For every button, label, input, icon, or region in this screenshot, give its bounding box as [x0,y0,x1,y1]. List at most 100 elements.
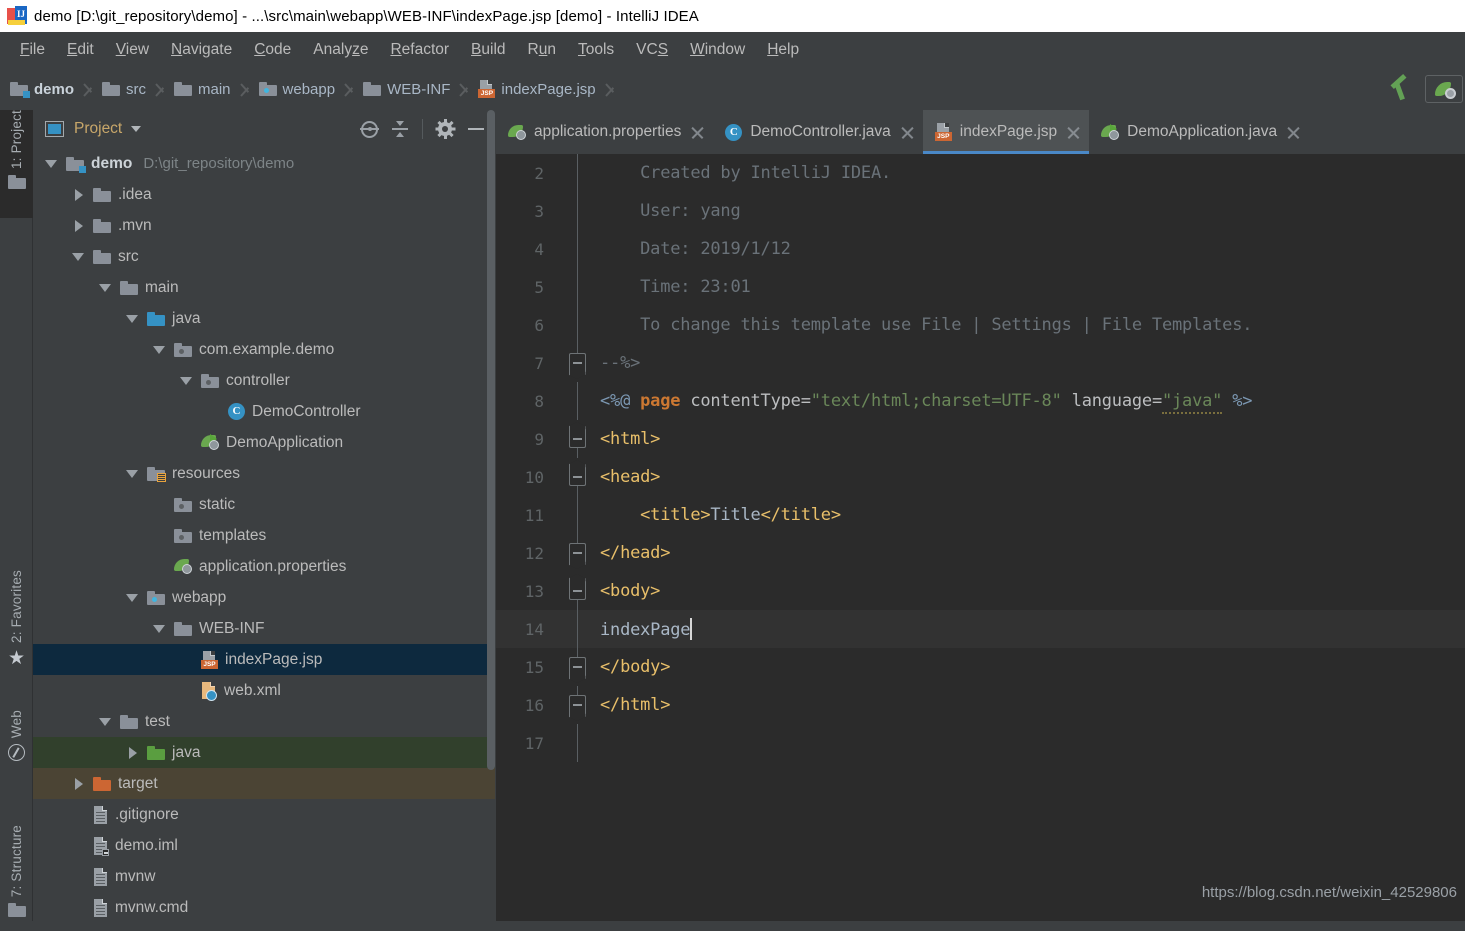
collapse-all-icon[interactable] [391,120,409,138]
chevron-down-icon[interactable] [126,312,140,326]
chevron-down-icon[interactable] [153,343,167,357]
code-line[interactable]: 8 <%@ page contentType="text/html;charset… [496,382,1465,420]
menu-item-analyze[interactable]: Analyze [302,38,379,62]
tree-node-test[interactable]: test [33,706,495,737]
breadcrumb-item-web-inf[interactable]: WEB-INF [363,68,450,110]
menu-item-refactor[interactable]: Refactor [379,38,460,62]
code-line[interactable]: 17 [496,724,1465,762]
code-line[interactable]: 2 Created by IntelliJ IDEA. [496,154,1465,192]
fold-gutter[interactable] [558,306,600,344]
tree-node-java[interactable]: java [33,303,495,334]
fold-gutter[interactable] [558,268,600,306]
menu-item-help[interactable]: Help [756,38,810,62]
code-line[interactable]: 13 <body> [496,572,1465,610]
code-line[interactable]: 11 <title>Title</title> [496,496,1465,534]
close-icon[interactable] [1287,126,1300,139]
tree-node-demo[interactable]: demo D:\git_repository\demo [33,148,495,179]
tree-node-resources[interactable]: resources [33,458,495,489]
editor-tab-demoapplication-java[interactable]: DemoApplication.java [1089,110,1309,154]
tree-node-templates[interactable]: templates [33,520,495,551]
code-line[interactable]: 10 <head> [496,458,1465,496]
close-icon[interactable] [1067,126,1080,139]
code-line[interactable]: 4 Date: 2019/1/12 [496,230,1465,268]
tree-node-java[interactable]: java [33,737,495,768]
fold-gutter[interactable] [558,230,600,268]
tree-node-mvnw-cmd[interactable]: mvnw.cmd [33,892,495,923]
breadcrumb-item-main[interactable]: main [174,68,231,110]
tree-node-static[interactable]: static [33,489,495,520]
chevron-down-icon[interactable] [99,715,113,729]
tree-node-web-xml[interactable]: web.xml [33,675,495,706]
breadcrumb-item-indexpage-jsp[interactable]: JSP indexPage.jsp [478,68,596,110]
chevron-down-icon[interactable] [72,250,86,264]
chevron-right-icon[interactable] [72,219,86,233]
tree-node--gitignore[interactable]: .gitignore [33,799,495,830]
tree-node-webapp[interactable]: webapp [33,582,495,613]
tree-node-target[interactable]: target [33,768,495,799]
fold-gutter[interactable] [558,572,600,610]
sidebar-item-structure[interactable]: 7: Structure [0,825,33,931]
tree-node-com-example-demo[interactable]: com.example.demo [33,334,495,365]
code-line[interactable]: 7 --%> [496,344,1465,382]
chevron-right-icon[interactable] [72,188,86,202]
project-tree[interactable]: demo D:\git_repository\demo .idea .mvn src ma… [33,148,495,931]
fold-gutter[interactable] [558,420,600,458]
code-line[interactable]: 14 indexPage [496,610,1465,648]
close-icon[interactable] [901,126,914,139]
tree-node--mvn[interactable]: .mvn [33,210,495,241]
fold-gutter[interactable] [558,686,600,724]
chevron-right-icon[interactable] [126,746,140,760]
fold-gutter[interactable] [558,344,600,382]
chevron-down-icon[interactable] [99,281,113,295]
editor-tab-democontroller-java[interactable]: C DemoController.java [713,110,922,154]
chevron-down-icon[interactable] [45,157,59,171]
tree-node-demo-iml[interactable]: demo.iml [33,830,495,861]
menu-item-edit[interactable]: Edit [56,38,105,62]
sidebar-item-project[interactable]: 1: Project [0,110,33,218]
sidebar-item-web[interactable]: Web [0,710,33,810]
chevron-right-icon[interactable] [72,777,86,791]
tree-node-democontroller[interactable]: C DemoController [33,396,495,427]
fold-gutter[interactable] [558,610,600,648]
code-line[interactable]: 16 </html> [496,686,1465,724]
code-line[interactable]: 9 <html> [496,420,1465,458]
gear-icon[interactable] [435,119,455,139]
breadcrumb-item-webapp[interactable]: webapp [258,68,335,110]
minimize-icon[interactable] [467,120,485,138]
tree-node-application-properties[interactable]: application.properties [33,551,495,582]
close-icon[interactable] [691,126,704,139]
code-editor[interactable]: 2 Created by IntelliJ IDEA. 3 User: yang 4… [496,154,1465,931]
fold-gutter[interactable] [558,534,600,572]
menu-item-vcs[interactable]: VCS [625,38,679,62]
locate-icon[interactable] [360,120,379,138]
chevron-down-icon[interactable] [126,467,140,481]
code-line[interactable]: 12 </head> [496,534,1465,572]
menu-item-navigate[interactable]: Navigate [160,38,243,62]
code-line[interactable]: 3 User: yang [496,192,1465,230]
menu-item-view[interactable]: View [105,38,160,62]
hammer-icon[interactable] [1387,73,1415,102]
menu-item-file[interactable]: File [9,38,56,62]
tree-node-main[interactable]: main [33,272,495,303]
fold-gutter[interactable] [558,154,600,192]
menu-item-run[interactable]: Run [517,38,567,62]
fold-gutter[interactable] [558,458,600,496]
code-line[interactable]: 5 Time: 23:01 [496,268,1465,306]
chevron-down-icon[interactable] [180,374,194,388]
tree-node-demoapplication[interactable]: DemoApplication [33,427,495,458]
tree-node-controller[interactable]: controller [33,365,495,396]
tree-node--idea[interactable]: .idea [33,179,495,210]
editor-tab-application-properties[interactable]: application.properties [496,110,713,154]
project-tree-scrollbar[interactable] [487,110,495,770]
fold-gutter[interactable] [558,496,600,534]
fold-gutter[interactable] [558,192,600,230]
breadcrumb-item-demo[interactable]: demo [10,68,74,110]
editor-tab-indexpage-jsp[interactable]: JSP indexPage.jsp [922,110,1090,154]
menu-item-build[interactable]: Build [460,38,516,62]
tree-node-web-inf[interactable]: WEB-INF [33,613,495,644]
tree-node-src[interactable]: src [33,241,495,272]
chevron-down-icon[interactable] [126,591,140,605]
sidebar-item-favorites[interactable]: 2: Favorites ★ [0,570,33,698]
tree-node-indexpage-jsp[interactable]: JSP indexPage.jsp [33,644,495,675]
menu-item-code[interactable]: Code [243,38,302,62]
